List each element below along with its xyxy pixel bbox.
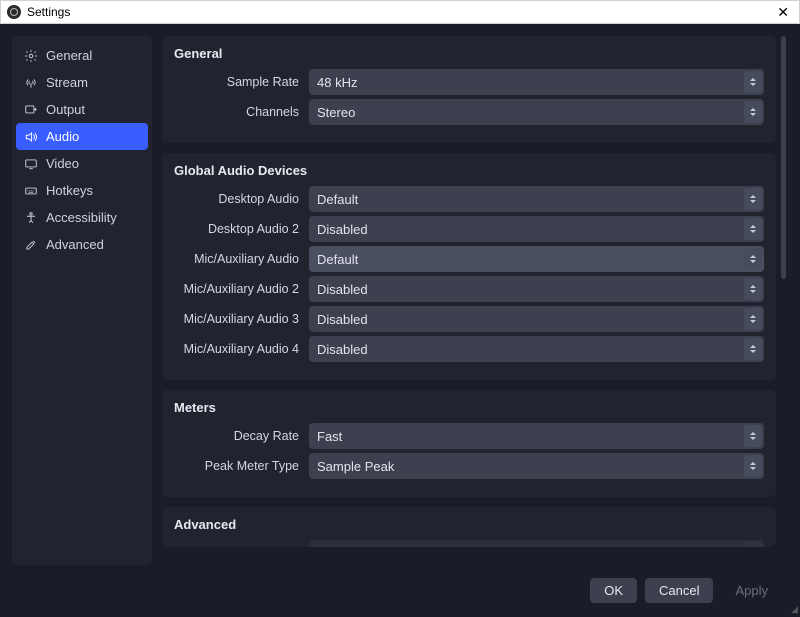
ok-button[interactable]: OK — [590, 578, 637, 603]
label-mic-aux-audio-2: Mic/Auxiliary Audio 2 — [174, 282, 309, 296]
label-peak-meter-type: Peak Meter Type — [174, 459, 309, 473]
spinner-icon[interactable] — [744, 71, 762, 93]
spinner-icon[interactable] — [744, 338, 762, 360]
label-mic-aux-audio-3: Mic/Auxiliary Audio 3 — [174, 312, 309, 326]
sidebar-item-label: Accessibility — [46, 210, 117, 225]
panel-advanced: Advanced — [162, 507, 776, 547]
sidebar-item-stream[interactable]: Stream — [12, 69, 152, 96]
select-mic-aux-audio-4[interactable]: Disabled — [309, 336, 764, 362]
dialog-footer: OK Cancel Apply — [12, 565, 788, 605]
select-hidden[interactable] — [309, 540, 764, 547]
sidebar-item-advanced[interactable]: Advanced — [12, 231, 152, 258]
label-mic-aux-audio: Mic/Auxiliary Audio — [174, 252, 309, 266]
scrollbar[interactable] — [780, 36, 788, 565]
spinner-icon[interactable] — [744, 218, 762, 240]
select-mic-aux-audio-2[interactable]: Disabled — [309, 276, 764, 302]
spinner-icon[interactable] — [744, 455, 762, 477]
scroll-thumb[interactable] — [781, 36, 786, 279]
cancel-button[interactable]: Cancel — [645, 578, 713, 603]
label-sample-rate: Sample Rate — [174, 75, 309, 89]
sidebar-item-output[interactable]: Output — [12, 96, 152, 123]
spinner-icon[interactable] — [744, 542, 762, 547]
select-mic-aux-audio[interactable]: Default — [309, 246, 764, 272]
label-channels: Channels — [174, 105, 309, 119]
select-desktop-audio[interactable]: Default — [309, 186, 764, 212]
sidebar-item-audio[interactable]: Audio — [16, 123, 148, 150]
panel-global-audio-devices: Global Audio Devices Desktop Audio Defau… — [162, 153, 776, 380]
panel-title: Global Audio Devices — [174, 163, 764, 178]
sidebar-item-general[interactable]: General — [12, 42, 152, 69]
antenna-icon — [24, 76, 38, 90]
panel-title: Advanced — [174, 517, 764, 532]
spinner-icon[interactable] — [744, 278, 762, 300]
accessibility-icon — [24, 211, 38, 225]
label-decay-rate: Decay Rate — [174, 429, 309, 443]
close-icon[interactable]: ✕ — [773, 4, 793, 21]
select-peak-meter-type[interactable]: Sample Peak — [309, 453, 764, 479]
sidebar-item-label: General — [46, 48, 92, 63]
sidebar-item-video[interactable]: Video — [12, 150, 152, 177]
sidebar-item-label: Video — [46, 156, 79, 171]
panel-title: General — [174, 46, 764, 61]
select-mic-aux-audio-3[interactable]: Disabled — [309, 306, 764, 332]
output-icon — [24, 103, 38, 117]
sidebar-item-hotkeys[interactable]: Hotkeys — [12, 177, 152, 204]
spinner-icon[interactable] — [744, 308, 762, 330]
spinner-icon[interactable] — [744, 248, 762, 270]
gear-icon — [24, 49, 38, 63]
spinner-icon[interactable] — [744, 188, 762, 210]
sidebar-item-label: Audio — [46, 129, 79, 144]
sidebar-item-label: Stream — [46, 75, 88, 90]
label-desktop-audio-2: Desktop Audio 2 — [174, 222, 309, 236]
panel-general: General Sample Rate 48 kHz Channels Ster… — [162, 36, 776, 143]
monitor-icon — [24, 157, 38, 171]
label-mic-aux-audio-4: Mic/Auxiliary Audio 4 — [174, 342, 309, 356]
resize-grip-icon[interactable]: ◢ — [791, 604, 798, 615]
window-title: Settings — [27, 5, 70, 19]
app-icon — [7, 5, 21, 19]
select-channels[interactable]: Stereo — [309, 99, 764, 125]
settings-content: General Sample Rate 48 kHz Channels Ster… — [162, 36, 780, 565]
keyboard-icon — [24, 184, 38, 198]
settings-sidebar: General Stream Output Audio Video Hotkey… — [12, 36, 152, 565]
select-decay-rate[interactable]: Fast — [309, 423, 764, 449]
sidebar-item-label: Hotkeys — [46, 183, 93, 198]
tools-icon — [24, 238, 38, 252]
select-desktop-audio-2[interactable]: Disabled — [309, 216, 764, 242]
spinner-icon[interactable] — [744, 425, 762, 447]
spinner-icon[interactable] — [744, 101, 762, 123]
panel-meters: Meters Decay Rate Fast Peak Meter Type S… — [162, 390, 776, 497]
select-sample-rate[interactable]: 48 kHz — [309, 69, 764, 95]
speaker-icon — [24, 130, 38, 144]
label-desktop-audio: Desktop Audio — [174, 192, 309, 206]
sidebar-item-label: Output — [46, 102, 85, 117]
sidebar-item-accessibility[interactable]: Accessibility — [12, 204, 152, 231]
apply-button: Apply — [721, 578, 782, 603]
panel-title: Meters — [174, 400, 764, 415]
titlebar: Settings ✕ — [0, 0, 800, 24]
sidebar-item-label: Advanced — [46, 237, 104, 252]
